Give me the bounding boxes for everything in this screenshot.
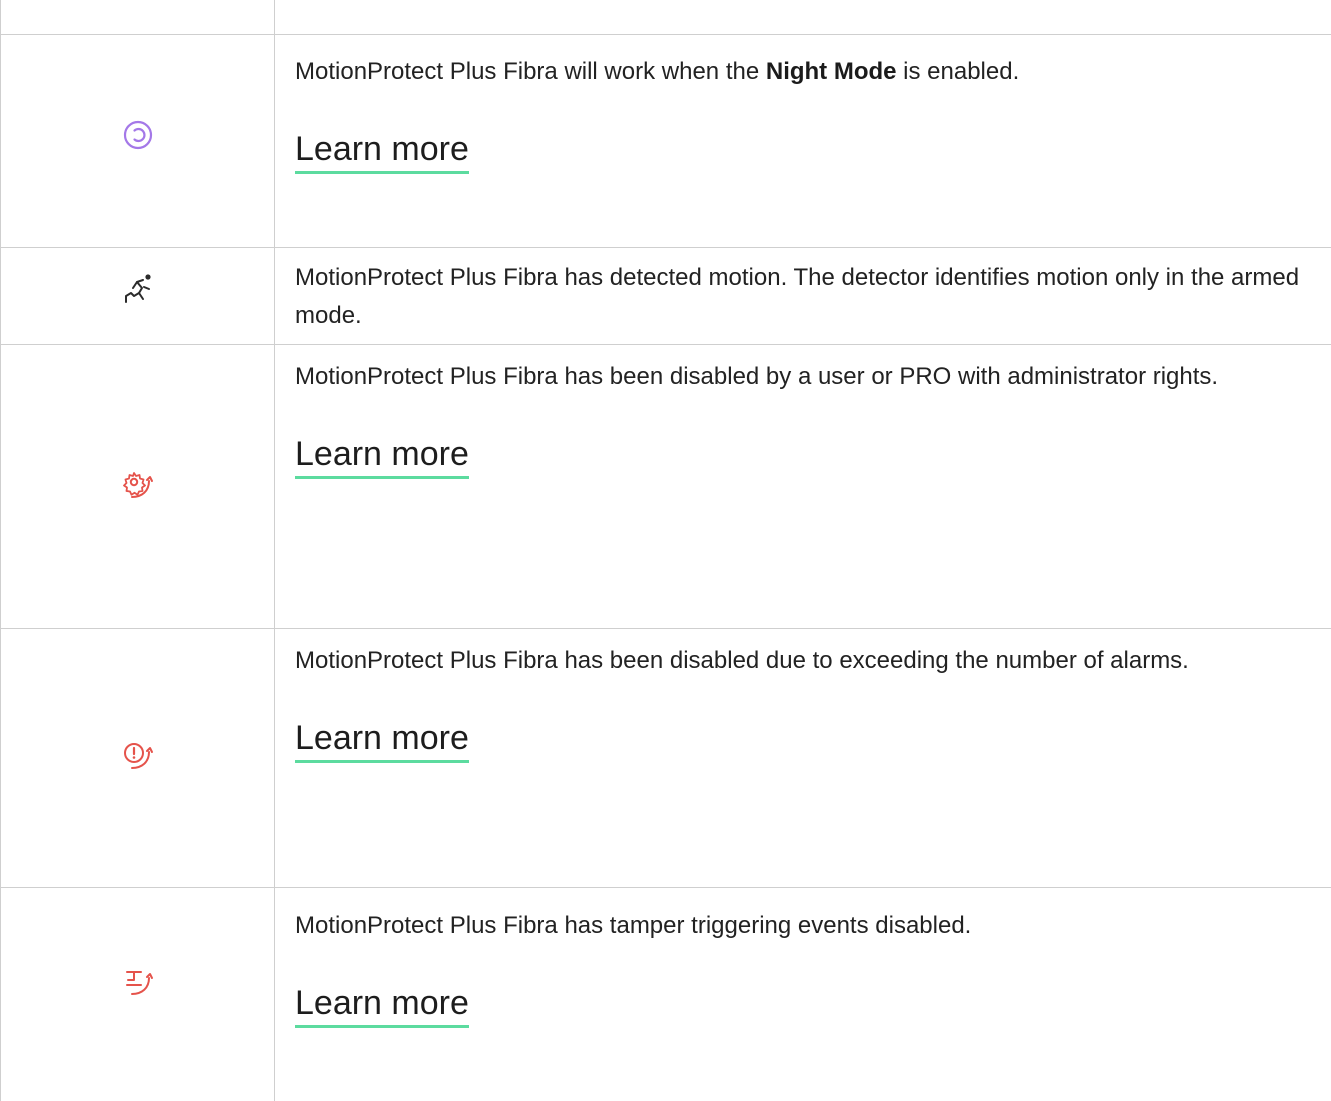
learn-more-link[interactable]: Learn more (295, 129, 469, 174)
icon-cell (1, 345, 274, 628)
icon-cell (1, 248, 274, 344)
description-cell: MotionProtect Plus Fibra will work when … (295, 53, 1318, 174)
icon-cell (1, 629, 274, 887)
learn-more-link[interactable]: Learn more (295, 718, 469, 763)
status-icons-table: MotionProtect Plus Fibra will work when … (0, 0, 1331, 1101)
row-description: MotionProtect Plus Fibra will work when … (295, 58, 1020, 85)
table-row (1, 0, 1331, 34)
table-row: MotionProtect Plus Fibra has been disabl… (1, 628, 1331, 887)
table-row: MotionProtect Plus Fibra will work when … (1, 34, 1331, 247)
description-cell: MotionProtect Plus Fibra has been disabl… (295, 642, 1318, 763)
icon-cell (1, 35, 274, 247)
motion-detected-icon (121, 272, 155, 306)
table-row: MotionProtect Plus Fibra has tamper trig… (1, 887, 1331, 1101)
row-description: MotionProtect Plus Fibra has been disabl… (295, 363, 1219, 390)
icon-cell (1, 0, 274, 34)
night-mode-label: Night Mode (765, 58, 897, 85)
learn-more-link[interactable]: Learn more (295, 434, 469, 479)
row-description: MotionProtect Plus Fibra has been disabl… (295, 647, 1189, 674)
row-description: MotionProtect Plus Fibra has detected mo… (295, 264, 1300, 329)
description-cell: MotionProtect Plus Fibra has detected mo… (295, 259, 1318, 335)
tamper-disabled-icon (122, 966, 154, 998)
learn-more-link[interactable]: Learn more (295, 983, 469, 1028)
table-row: MotionProtect Plus Fibra has been disabl… (1, 344, 1331, 628)
disabled-by-user-icon (122, 469, 154, 501)
disabled-by-alarms-icon (122, 740, 154, 772)
row-description: MotionProtect Plus Fibra has tamper trig… (295, 912, 972, 939)
description-cell: MotionProtect Plus Fibra has been disabl… (295, 358, 1318, 479)
night-mode-icon (123, 120, 153, 150)
description-cell: MotionProtect Plus Fibra has tamper trig… (295, 907, 1318, 1028)
icon-cell (1, 888, 274, 1101)
table-row: MotionProtect Plus Fibra has detected mo… (1, 247, 1331, 344)
